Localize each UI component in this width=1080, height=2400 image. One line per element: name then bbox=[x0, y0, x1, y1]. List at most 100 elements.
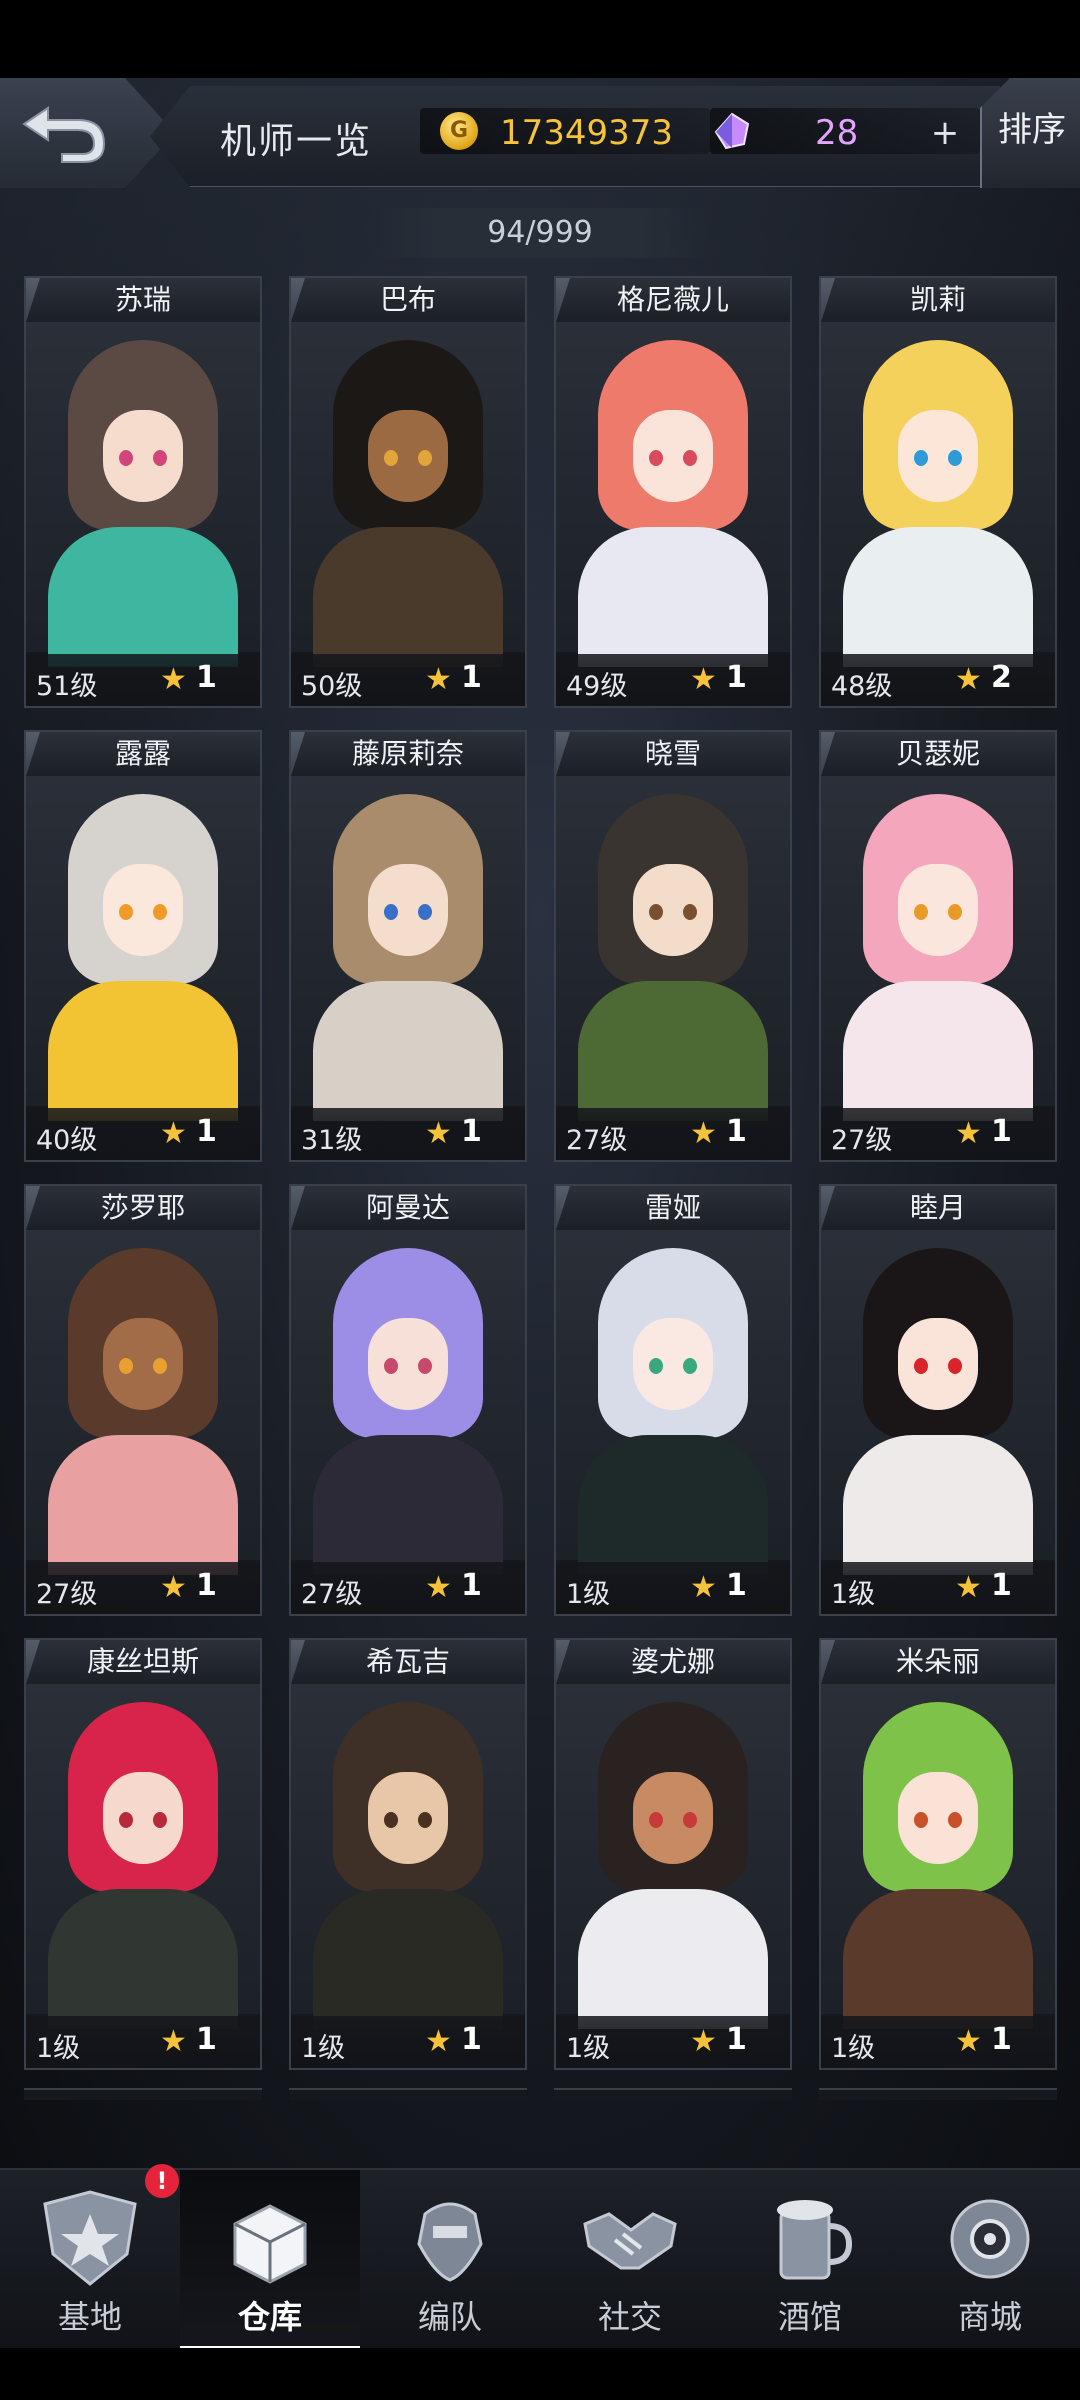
portrait-outfit bbox=[843, 1889, 1033, 2029]
nav-shop[interactable]: 商城 bbox=[900, 2170, 1080, 2350]
card-footer: 51级 ★ 1 bbox=[26, 654, 260, 706]
portrait-outfit bbox=[313, 981, 503, 1121]
pilot-portrait bbox=[291, 1230, 525, 1575]
star-count: 1 bbox=[196, 660, 217, 695]
portrait-eye bbox=[153, 1358, 167, 1374]
pilot-card[interactable]: 贝瑟妮 27级 ★ 1 bbox=[819, 730, 1057, 1162]
portrait-eye bbox=[649, 1812, 663, 1828]
portrait-face bbox=[633, 410, 713, 502]
pilot-level: 48级 bbox=[831, 671, 893, 702]
pilot-card[interactable]: 希瓦吉 1级 ★ 1 bbox=[289, 1638, 527, 2070]
sort-label: 排序 bbox=[998, 110, 1066, 150]
portrait-outfit bbox=[578, 1889, 768, 2029]
portrait-eye bbox=[418, 450, 432, 466]
gem-icon bbox=[714, 112, 750, 150]
pilot-card[interactable]: 凯莉 48级 ★ 2 bbox=[819, 276, 1057, 708]
pilot-card[interactable]: 婆尤娜 1级 ★ 1 bbox=[554, 1638, 792, 2070]
pilot-portrait bbox=[556, 776, 790, 1121]
pilot-card[interactable]: 巴布 50级 ★ 1 bbox=[289, 276, 527, 708]
nav-social[interactable]: 社交 bbox=[540, 2170, 720, 2350]
status-bar bbox=[0, 0, 1080, 78]
pilot-card[interactable]: 雷娅 1级 ★ 1 bbox=[554, 1184, 792, 1616]
pilot-card[interactable]: 苏瑞 51级 ★ 1 bbox=[24, 276, 262, 708]
nav-warehouse[interactable]: 仓库 bbox=[180, 2170, 360, 2352]
star-icon: ★ bbox=[690, 1570, 717, 1605]
star-count: 1 bbox=[991, 1114, 1012, 1149]
pilot-card[interactable]: 阿曼达 27级 ★ 1 bbox=[289, 1184, 527, 1616]
pilot-card[interactable]: 米朵丽 1级 ★ 1 bbox=[819, 1638, 1057, 2070]
card-footer: 1级 ★ 1 bbox=[821, 1562, 1055, 1614]
portrait-eye bbox=[914, 450, 928, 466]
coin-value: 17349373 bbox=[500, 113, 674, 153]
nav-tavern[interactable]: 酒馆 bbox=[720, 2170, 900, 2350]
nav-label: 社交 bbox=[597, 2298, 662, 2336]
back-button[interactable] bbox=[0, 78, 175, 188]
nav-formation[interactable]: 编队 bbox=[360, 2170, 540, 2350]
pilot-card[interactable]: 睦月 1级 ★ 1 bbox=[819, 1184, 1057, 1616]
star-icon: ★ bbox=[425, 1570, 452, 1605]
pilot-level: 31级 bbox=[301, 1125, 363, 1156]
portrait-face bbox=[368, 1772, 448, 1864]
system-nav-bar bbox=[0, 2348, 1080, 2400]
pilot-portrait bbox=[821, 1230, 1055, 1575]
nav-label: 商城 bbox=[957, 2298, 1022, 2336]
portrait-face bbox=[633, 1772, 713, 1864]
pilot-name: 露露 bbox=[26, 732, 260, 777]
portrait-eye bbox=[649, 1358, 663, 1374]
portrait-eye bbox=[683, 1358, 697, 1374]
portrait-eye bbox=[948, 904, 962, 920]
portrait-face bbox=[898, 1318, 978, 1410]
portrait-face bbox=[368, 1318, 448, 1410]
formation-icon bbox=[417, 2202, 483, 2282]
star-icon: ★ bbox=[160, 662, 187, 697]
star-icon: ★ bbox=[425, 662, 452, 697]
portrait-face bbox=[898, 864, 978, 956]
pilot-level: 1级 bbox=[831, 2033, 876, 2064]
pilot-card[interactable]: 藤原莉奈 31级 ★ 1 bbox=[289, 730, 527, 1162]
pilot-portrait bbox=[291, 1684, 525, 2029]
star-icon: ★ bbox=[160, 2024, 187, 2059]
pilot-card[interactable]: 晓雪 27级 ★ 1 bbox=[554, 730, 792, 1162]
card-footer: 1级 ★ 1 bbox=[556, 1562, 790, 1614]
pilot-level: 1级 bbox=[566, 1579, 611, 1610]
add-gems-button[interactable]: + bbox=[928, 116, 962, 150]
star-count: 1 bbox=[726, 1114, 747, 1149]
pilot-name: 格尼薇儿 bbox=[556, 278, 790, 323]
gem-value: 28 bbox=[815, 113, 859, 153]
portrait-eye bbox=[119, 904, 133, 920]
pilot-name: 睦月 bbox=[821, 1186, 1055, 1231]
portrait-outfit bbox=[48, 527, 238, 667]
star-count: 1 bbox=[991, 1568, 1012, 1603]
portrait-outfit bbox=[313, 1435, 503, 1575]
star-icon: ★ bbox=[425, 2024, 452, 2059]
sort-button[interactable]: 排序 bbox=[980, 78, 1080, 188]
pilot-card[interactable]: 格尼薇儿 49级 ★ 1 bbox=[554, 276, 792, 708]
card-footer: 27级 ★ 1 bbox=[556, 1108, 790, 1160]
star-count: 1 bbox=[461, 1568, 482, 1603]
card-footer: 27级 ★ 1 bbox=[821, 1108, 1055, 1160]
pilot-card[interactable]: 康丝坦斯 1级 ★ 1 bbox=[24, 1638, 262, 2070]
pilot-portrait bbox=[291, 776, 525, 1121]
star-icon: ★ bbox=[690, 2024, 717, 2059]
star-icon: ★ bbox=[955, 662, 982, 697]
partial-card bbox=[289, 2088, 527, 2100]
card-footer: 49级 ★ 1 bbox=[556, 654, 790, 706]
pilot-card[interactable]: 莎罗耶 27级 ★ 1 bbox=[24, 1184, 262, 1616]
pilot-card[interactable]: 露露 40级 ★ 1 bbox=[24, 730, 262, 1162]
partial-card bbox=[554, 2088, 792, 2100]
star-icon: ★ bbox=[955, 2024, 982, 2059]
pilot-name: 巴布 bbox=[291, 278, 525, 323]
pilot-level: 27级 bbox=[566, 1125, 628, 1156]
portrait-eye bbox=[384, 1812, 398, 1828]
pilot-level: 27级 bbox=[36, 1579, 98, 1610]
pilot-name: 阿曼达 bbox=[291, 1186, 525, 1231]
partial-card bbox=[24, 2088, 262, 2100]
nav-base[interactable]: ! 基地 bbox=[0, 2164, 180, 2350]
portrait-outfit bbox=[578, 527, 768, 667]
portrait-outfit bbox=[48, 1435, 238, 1575]
star-count: 2 bbox=[991, 660, 1012, 695]
portrait-face bbox=[898, 1772, 978, 1864]
star-icon: ★ bbox=[690, 1116, 717, 1151]
pilot-level: 1级 bbox=[301, 2033, 346, 2064]
pilot-portrait bbox=[291, 322, 525, 667]
